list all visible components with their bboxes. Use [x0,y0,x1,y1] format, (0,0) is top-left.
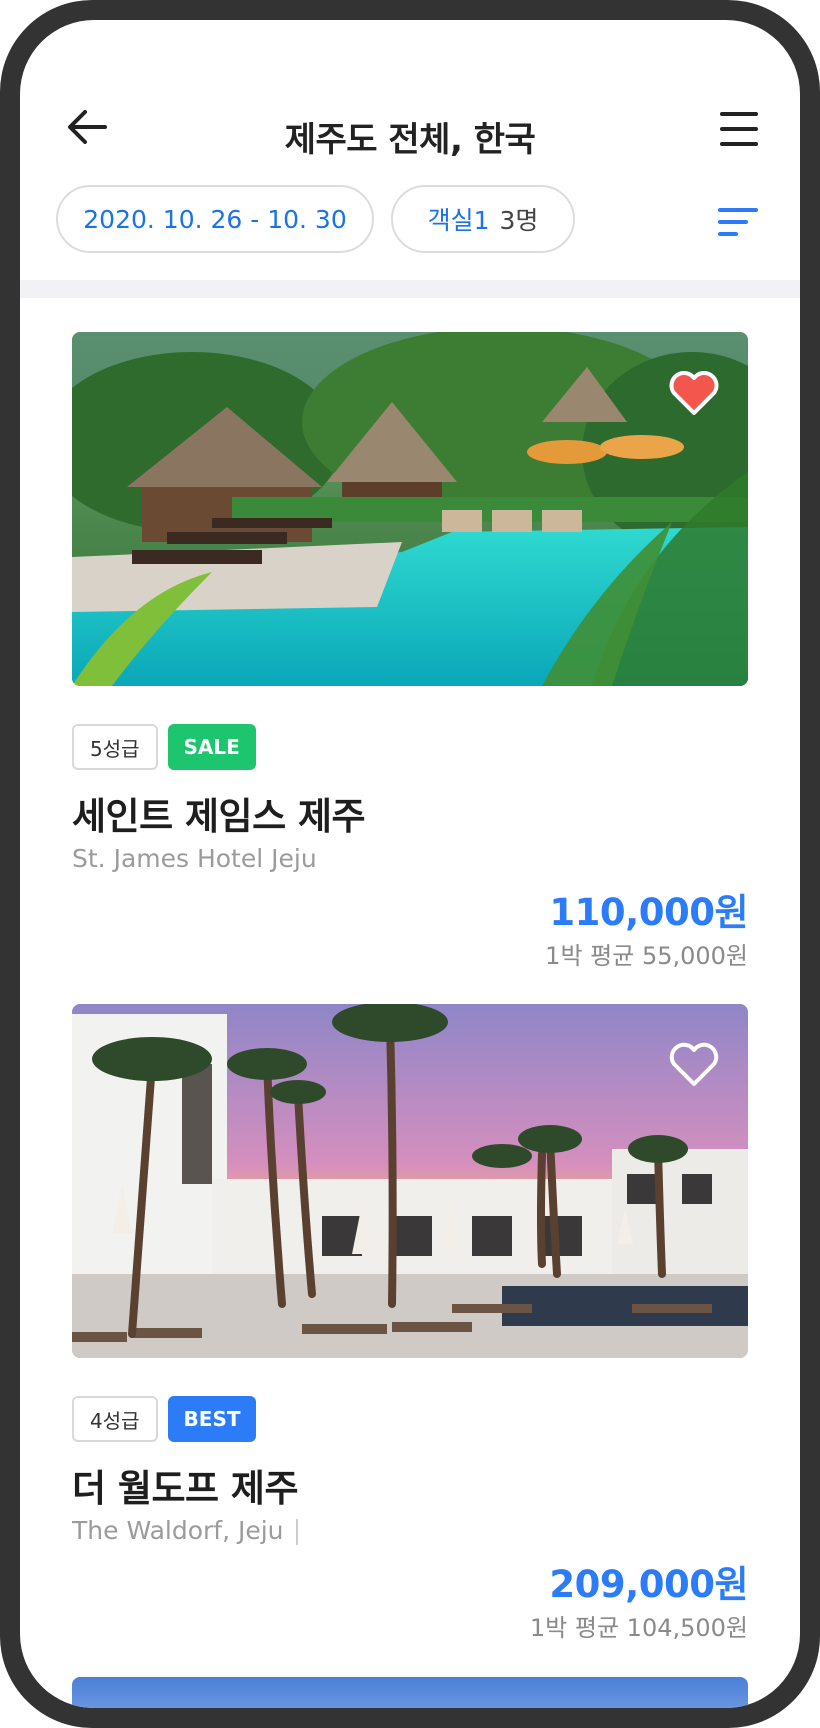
resort-sunset-image [72,1004,748,1358]
hotel-english-name: The Waldorf, Jeju [72,1516,298,1545]
hamburger-menu-icon[interactable] [716,110,762,150]
resort-pool-image [72,332,748,686]
hotel-english-name: St. James Hotel Jeju [72,844,317,873]
hotel-photo[interactable] [72,332,748,686]
hotel-card-partial[interactable] [72,1677,748,1708]
section-divider [20,280,800,298]
hotel-english-name-text: The Waldorf, Jeju [72,1516,284,1545]
hotel-photo[interactable] [72,1004,748,1358]
average-nightly-price: 1박 평균 55,000원 [545,942,748,970]
hotel-card[interactable]: 5성급 SALE 세인트 제임스 제주 St. James Hotel Jeju… [72,332,748,970]
rooms-label: 객실1 [427,206,490,235]
screen: 제주도 전체, 한국 2020. 10. 26 - 10. 30 객실1 3명 [20,20,800,1708]
average-nightly-price: 1박 평균 104,500원 [529,1614,748,1642]
badge-row: 4성급 BEST [72,1396,257,1442]
phone-frame: 제주도 전체, 한국 2020. 10. 26 - 10. 30 객실1 3명 [0,0,820,1728]
sale-badge: SALE [167,724,256,770]
favorite-heart-icon[interactable] [668,370,720,416]
hotel-card[interactable]: 4성급 BEST 더 월도프 제주 The Waldorf, Jeju 209,… [72,1004,748,1642]
hotel-name[interactable]: 세인트 제임스 제주 [72,786,366,840]
room-guest-filter[interactable]: 객실1 3명 [391,185,575,253]
favorite-heart-icon[interactable] [668,1042,720,1088]
separator [295,1519,298,1545]
total-price: 209,000원 [549,1563,748,1606]
guests-label: 3명 [499,206,539,235]
total-price: 110,000원 [549,891,748,934]
date-range-filter[interactable]: 2020. 10. 26 - 10. 30 [56,185,374,253]
page-title: 제주도 전체, 한국 [284,120,536,160]
badge-row: 5성급 SALE [72,724,256,770]
grade-badge: 5성급 [72,724,158,770]
date-range-label: 2020. 10. 26 - 10. 30 [83,204,347,234]
best-badge: BEST [167,1396,257,1442]
sort-icon[interactable] [718,206,762,240]
hotel-name[interactable]: 더 월도프 제주 [72,1458,299,1512]
grade-badge: 4성급 [72,1396,158,1442]
